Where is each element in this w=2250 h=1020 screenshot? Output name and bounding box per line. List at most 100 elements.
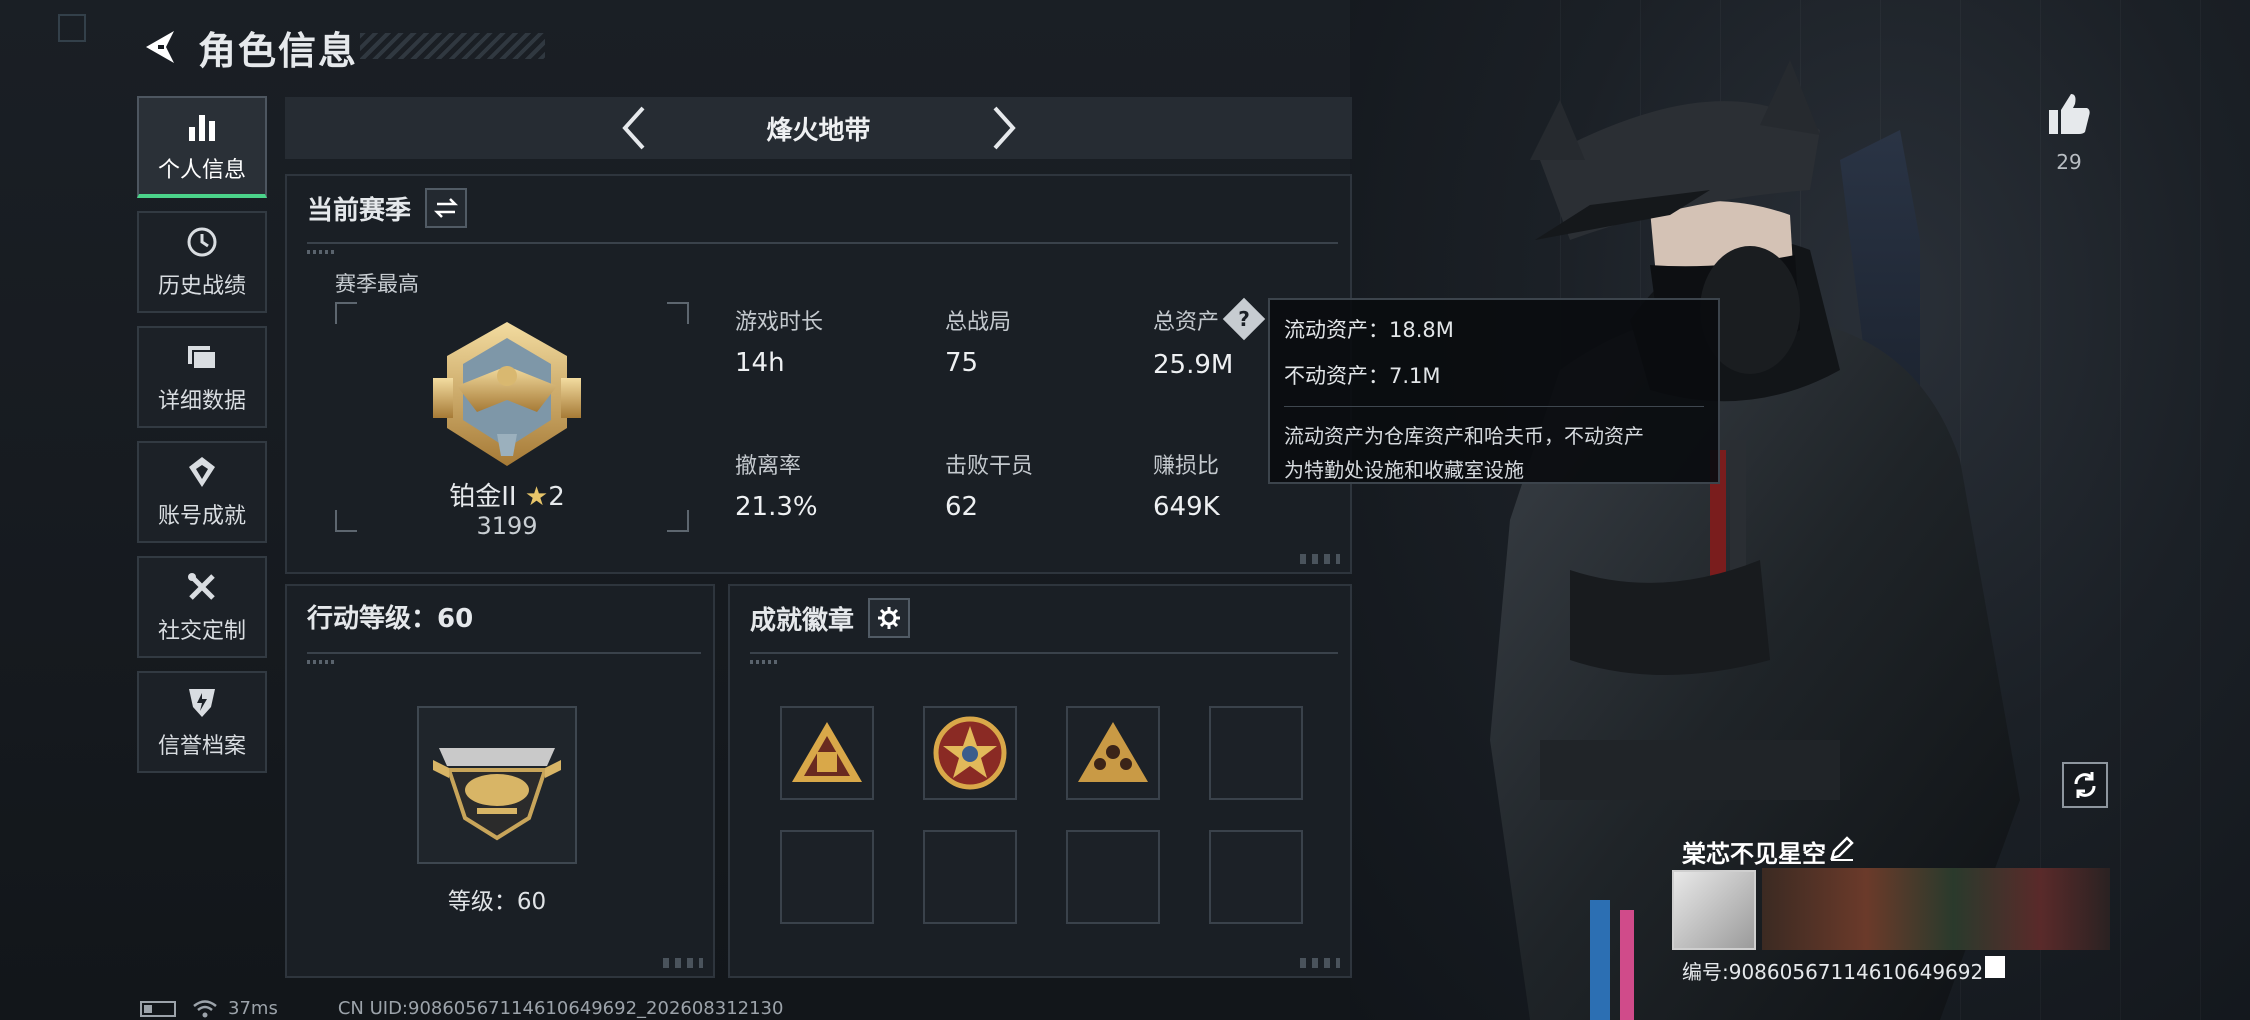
nav-item-history[interactable]: 历史战绩 <box>137 211 267 313</box>
nav-item-details[interactable]: 详细数据 <box>137 326 267 428</box>
nav-item-social[interactable]: 社交定制 <box>137 556 267 658</box>
status-bar: 37ms CN UID:9086056711461064​9692_202608… <box>140 998 783 1019</box>
tooltip-description-line1: 流动资产为仓库资产和哈夫币，不动资产 <box>1284 424 1644 448</box>
rank-stars: 2 <box>548 482 565 512</box>
level-text: 等级：60 <box>447 889 547 915</box>
uid-text: CN UID:9086056711461064​9692_20260831213… <box>337 998 784 1019</box>
avatar[interactable] <box>1672 870 1756 950</box>
badge-slot[interactable] <box>1066 706 1160 800</box>
nav-label: 历史战绩 <box>157 274 246 299</box>
frame-corner <box>667 510 689 532</box>
title-decoration <box>360 33 545 59</box>
badge-slot-empty[interactable] <box>1209 830 1303 924</box>
level-badge <box>417 706 577 864</box>
stat-extract-rate: 撤离率 21.3% <box>735 448 818 522</box>
like-count: 29 <box>2056 150 2082 174</box>
level-panel: 行动等级：60 等级：60 <box>285 584 715 978</box>
season-best-label: 赛季最高 <box>335 272 419 296</box>
stat-value: 14h <box>735 348 785 378</box>
stat-value: 25.9M <box>1153 350 1234 380</box>
tooltip-fixed-assets: 不动资产：7.1M <box>1284 364 1441 388</box>
thumbs-up-icon[interactable] <box>2045 90 2093 138</box>
tools-icon <box>184 569 220 605</box>
gear-icon <box>878 607 901 629</box>
stat-label: 击败干员 <box>945 454 1034 479</box>
corner-decoration <box>1300 958 1340 968</box>
chevron-left-icon <box>621 106 644 150</box>
frame-corner <box>335 510 357 532</box>
swap-icon <box>433 198 459 218</box>
corner-decoration <box>58 14 86 42</box>
nav-label: 账号成就 <box>157 504 246 529</box>
sidebar-nav: 个人信息 历史战绩 详细数据 账号成就 社交定制 信誉档案 <box>137 96 267 786</box>
ping-text: 37ms <box>228 998 278 1019</box>
stat-label: 撤离率 <box>735 454 802 479</box>
nav-item-reputation[interactable]: 信誉档案 <box>137 671 267 773</box>
prev-mode-button[interactable] <box>614 103 654 153</box>
stat-value: 649K <box>1153 492 1220 522</box>
edit-pencil-icon[interactable] <box>1828 834 1856 862</box>
round-medal-badge-icon <box>933 716 1007 790</box>
season-panel-header: 当前赛季 <box>307 188 468 228</box>
badge-slot-empty[interactable] <box>780 830 874 924</box>
dots-decoration <box>307 660 337 664</box>
dots-decoration <box>307 250 337 254</box>
stat-total-assets: 总资产? 25.9M <box>1153 297 1266 380</box>
corner-decoration <box>663 958 703 968</box>
copy-icon[interactable] <box>1985 956 2005 978</box>
rank-name: 铂金II ★2 <box>387 476 627 513</box>
level-panel-header: 行动等级：60 <box>307 598 473 635</box>
nav-label: 社交定制 <box>157 619 246 644</box>
badges-settings-button[interactable] <box>868 598 911 638</box>
helicopter-emblem-icon <box>433 748 561 841</box>
badges-title: 成就徽章 <box>750 605 855 636</box>
squad-badge-icon <box>1078 722 1148 782</box>
season-panel: 当前赛季 赛季最高 铂金II ★2 3199 游戏时长 14h 总战局 75 总… <box>285 174 1352 574</box>
corner-decoration <box>1300 554 1340 564</box>
frame-corner <box>667 302 689 324</box>
badge-slot[interactable] <box>923 706 1017 800</box>
stat-label: 总资产? <box>1153 297 1266 341</box>
badge-slot-empty[interactable] <box>1066 830 1160 924</box>
stat-value: 62 <box>945 492 979 522</box>
rank-label: 铂金II <box>449 482 517 512</box>
mode-title: 烽火地带 <box>766 115 871 146</box>
star-icon: ★ <box>524 482 549 512</box>
season-switch-button[interactable] <box>425 188 468 228</box>
stat-kills: 击败干员 62 <box>945 448 1033 522</box>
wifi-icon <box>193 999 217 1017</box>
rank-score: 3199 <box>476 512 538 540</box>
badges-panel: 成就徽章 <box>728 584 1352 978</box>
header: 角色信息 <box>140 22 358 73</box>
divider <box>307 652 701 654</box>
season-title: 当前赛季 <box>307 195 412 226</box>
tooltip-description-line2: 为特勤处设施和收藏室设施 <box>1284 458 1524 482</box>
stat-total-matches: 总战局 75 <box>945 304 1011 378</box>
stat-value: 21.3% <box>735 492 818 522</box>
nav-item-personal-info[interactable]: 个人信息 <box>137 96 267 198</box>
help-icon[interactable]: ? <box>1222 297 1266 341</box>
badge-slot-empty[interactable] <box>1209 706 1303 800</box>
folder-icon <box>184 339 220 375</box>
back-arrow-icon <box>146 31 174 63</box>
divider <box>750 652 1338 654</box>
next-mode-button[interactable] <box>984 103 1024 153</box>
achievement-icon <box>184 454 220 490</box>
shield-icon <box>184 684 220 720</box>
nav-item-achievements[interactable]: 账号成就 <box>137 441 267 543</box>
nav-label: 详细数据 <box>157 389 246 414</box>
badge-slot-empty[interactable] <box>923 830 1017 924</box>
badge-slot[interactable] <box>780 706 874 800</box>
player-id: 编号:9086056711461064​9692 <box>1682 960 1984 984</box>
bar-chart-icon <box>184 108 220 144</box>
stat-label-text: 总资产 <box>1153 310 1220 335</box>
rotate-view-button[interactable] <box>2062 762 2108 808</box>
stat-label: 游戏时长 <box>735 310 824 335</box>
level-title: 行动等级：60 <box>307 604 474 634</box>
platinum-rank-medal-icon <box>433 322 581 466</box>
refresh-icon <box>2074 772 2096 798</box>
dots-decoration <box>750 660 780 664</box>
back-button[interactable] <box>140 27 180 67</box>
mode-switcher: 烽火地带 <box>285 97 1352 159</box>
history-icon <box>184 224 220 260</box>
